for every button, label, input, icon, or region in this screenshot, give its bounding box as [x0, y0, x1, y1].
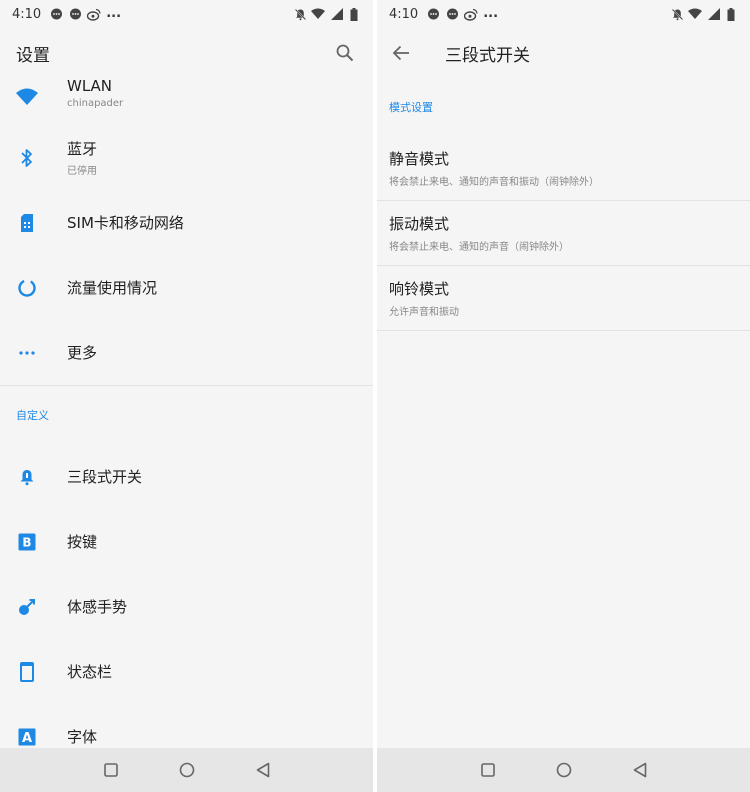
- back-arrow-icon[interactable]: [389, 41, 413, 65]
- mode-item-label: 振动模式: [389, 215, 450, 233]
- navigation-bar: [0, 748, 373, 792]
- chat-bubble-icon: [49, 7, 63, 21]
- gesture-icon: [16, 596, 38, 618]
- svg-text:B: B: [22, 535, 31, 549]
- recents-button[interactable]: [468, 755, 508, 785]
- status-overflow: ...: [106, 6, 122, 21]
- mode-item-vibrate[interactable]: 振动模式 将会禁止来电、通知的声音（闹钟除外）: [377, 201, 750, 266]
- mode-item-ring[interactable]: 响铃模式 允许声音和振动: [377, 266, 750, 331]
- settings-item-wlan[interactable]: WLAN chinapader: [0, 78, 373, 125]
- settings-item-label: 状态栏: [67, 663, 113, 681]
- settings-item-status-bar[interactable]: 状态栏: [0, 639, 373, 704]
- settings-item-sub: 已停用: [67, 166, 97, 177]
- settings-item-sim[interactable]: SIM卡和移动网络: [0, 190, 373, 255]
- font-a-icon: A: [16, 726, 38, 748]
- mode-list: 模式设置 静音模式 将会禁止来电、通知的声音和振动（闹钟除外） 振动模式 将会禁…: [377, 78, 750, 331]
- alert-slider-screen: 4:10 ... 三段式开关 模式设置 静音模式 将会禁止来电、通知的声音和振动…: [377, 0, 750, 792]
- mute-bell-icon: [293, 7, 307, 21]
- mode-item-silent[interactable]: 静音模式 将会禁止来电、通知的声音和振动（闹钟除外）: [377, 136, 750, 201]
- search-icon[interactable]: [333, 41, 357, 65]
- weibo-icon: [464, 7, 478, 21]
- section-header-custom: 自定义: [16, 409, 49, 422]
- settings-list: WLAN chinapader 蓝牙 已停用 SIM卡和移动网络 流量使用情况 …: [0, 78, 373, 748]
- more-dots-icon: [16, 342, 38, 364]
- back-nav-button[interactable]: [620, 755, 660, 785]
- mode-item-sub: 将会禁止来电、通知的声音和振动（闹钟除外）: [389, 177, 599, 188]
- chat-bubble-icon: [426, 7, 440, 21]
- settings-item-label: WLAN: [67, 78, 113, 95]
- settings-item-font[interactable]: A 字体: [0, 704, 373, 748]
- app-bar: 三段式开关: [377, 28, 750, 78]
- data-usage-icon: [16, 277, 38, 299]
- settings-item-label: 更多: [67, 344, 98, 362]
- mode-item-label: 静音模式: [389, 150, 450, 168]
- signal-icon: [329, 7, 343, 21]
- home-button[interactable]: [167, 755, 207, 785]
- back-nav-button[interactable]: [243, 755, 283, 785]
- settings-item-more[interactable]: 更多: [0, 320, 373, 385]
- navigation-bar: [377, 748, 750, 792]
- wifi-status-icon: [311, 7, 325, 21]
- chat-bubble-icon: [445, 7, 459, 21]
- section-header-mode: 模式设置: [389, 101, 433, 114]
- home-button[interactable]: [544, 755, 584, 785]
- settings-item-label: 字体: [67, 728, 98, 746]
- chat-bubble-icon: [68, 7, 82, 21]
- status-time: 4:10: [389, 6, 419, 22]
- settings-item-label: 流量使用情况: [67, 279, 158, 297]
- dual-screenshot: 4:10 ... 设置 WLAN chinapader 蓝牙 已停用 SIM卡和…: [0, 0, 750, 792]
- sim-card-icon: [16, 212, 38, 234]
- wifi-icon: [16, 86, 38, 108]
- settings-screen: 4:10 ... 设置 WLAN chinapader 蓝牙 已停用 SIM卡和…: [0, 0, 373, 792]
- settings-item-buttons[interactable]: B 按键: [0, 509, 373, 574]
- mode-item-sub: 允许声音和振动: [389, 307, 459, 318]
- battery-icon: [347, 7, 361, 21]
- bell-icon: [16, 466, 38, 488]
- mode-item-sub: 将会禁止来电、通知的声音（闹钟除外）: [389, 242, 569, 253]
- settings-item-sub: chinapader: [67, 98, 124, 109]
- settings-item-gestures[interactable]: 体感手势: [0, 574, 373, 639]
- settings-item-label: 蓝牙: [67, 140, 98, 158]
- settings-item-alert-slider[interactable]: 三段式开关: [0, 444, 373, 509]
- page-title: 三段式开关: [445, 45, 530, 66]
- svg-text:A: A: [22, 731, 32, 746]
- settings-item-label: 体感手势: [67, 598, 128, 616]
- recents-button[interactable]: [91, 755, 131, 785]
- mute-bell-icon: [670, 7, 684, 21]
- page-title: 设置: [16, 45, 50, 66]
- phone-frame-icon: [16, 661, 38, 683]
- settings-item-label: 三段式开关: [67, 468, 143, 486]
- status-bar: 4:10 ...: [377, 0, 750, 28]
- bluetooth-icon: [16, 147, 38, 169]
- status-time: 4:10: [12, 6, 42, 22]
- weibo-icon: [87, 7, 101, 21]
- settings-item-bluetooth[interactable]: 蓝牙 已停用: [0, 125, 373, 190]
- mode-item-label: 响铃模式: [389, 280, 450, 298]
- settings-item-label: SIM卡和移动网络: [67, 214, 184, 232]
- app-bar: 设置: [0, 28, 373, 78]
- settings-item-data-usage[interactable]: 流量使用情况: [0, 255, 373, 320]
- signal-icon: [706, 7, 720, 21]
- settings-item-label: 按键: [67, 533, 98, 551]
- status-bar: 4:10 ...: [0, 0, 373, 28]
- button-b-icon: B: [16, 531, 38, 553]
- wifi-status-icon: [688, 7, 702, 21]
- status-overflow: ...: [483, 6, 499, 21]
- battery-icon: [724, 7, 738, 21]
